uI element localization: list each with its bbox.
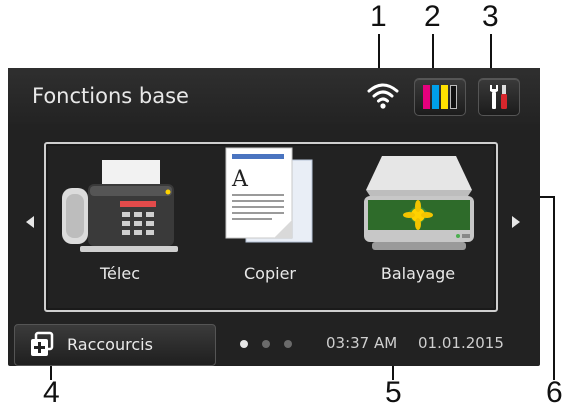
fax-app-label: Télec xyxy=(100,264,140,283)
ink-button[interactable] xyxy=(414,78,466,116)
status-bar: Fonctions base xyxy=(8,68,540,124)
touchscreen: Fonctions base Télec A Copier Balayage R… xyxy=(8,68,540,366)
shortcuts-icon xyxy=(31,331,54,356)
screen-title: Fonctions base xyxy=(32,84,189,108)
fax-app-button[interactable]: Télec xyxy=(50,146,190,296)
callout-3: 3 xyxy=(482,0,499,33)
ink-black-bar xyxy=(450,85,457,109)
leader-line-6b xyxy=(553,196,555,380)
ink-yellow-bar xyxy=(441,85,448,109)
settings-tools-icon xyxy=(490,85,507,109)
time-display: 03:37 AM xyxy=(326,334,398,352)
scan-app-button[interactable]: Balayage xyxy=(348,146,488,296)
scan-app-label: Balayage xyxy=(380,264,456,283)
callout-5: 5 xyxy=(385,376,402,409)
callout-2: 2 xyxy=(424,0,441,33)
ink-magenta-bar xyxy=(423,85,430,109)
scroll-left-arrow[interactable] xyxy=(26,216,34,228)
copy-app-button[interactable]: A Copier xyxy=(200,146,340,296)
scan-icon xyxy=(364,156,474,250)
ink-cyan-bar xyxy=(432,85,439,109)
callout-4: 4 xyxy=(43,376,60,409)
page-dot xyxy=(240,340,248,348)
date-display: 01.01.2015 xyxy=(418,334,504,352)
page-indicator xyxy=(240,340,292,348)
settings-button[interactable] xyxy=(478,78,520,116)
callout-1: 1 xyxy=(370,0,387,33)
shortcuts-label: Raccourcis xyxy=(67,335,153,354)
page-dot xyxy=(262,340,270,348)
wifi-icon[interactable] xyxy=(366,80,400,110)
fax-icon xyxy=(62,160,178,252)
copy-icon: A xyxy=(225,147,313,243)
bottom-bar: Raccourcis 03:37 AM 01.01.2015 xyxy=(8,322,540,366)
shortcuts-button[interactable]: Raccourcis xyxy=(14,324,216,366)
scroll-right-arrow[interactable] xyxy=(512,216,520,228)
page-dot xyxy=(284,340,292,348)
copy-app-label: Copier xyxy=(244,264,296,283)
ink-cartridge-icon xyxy=(423,85,457,109)
callout-6: 6 xyxy=(546,376,563,409)
svg-text:A: A xyxy=(231,167,249,192)
